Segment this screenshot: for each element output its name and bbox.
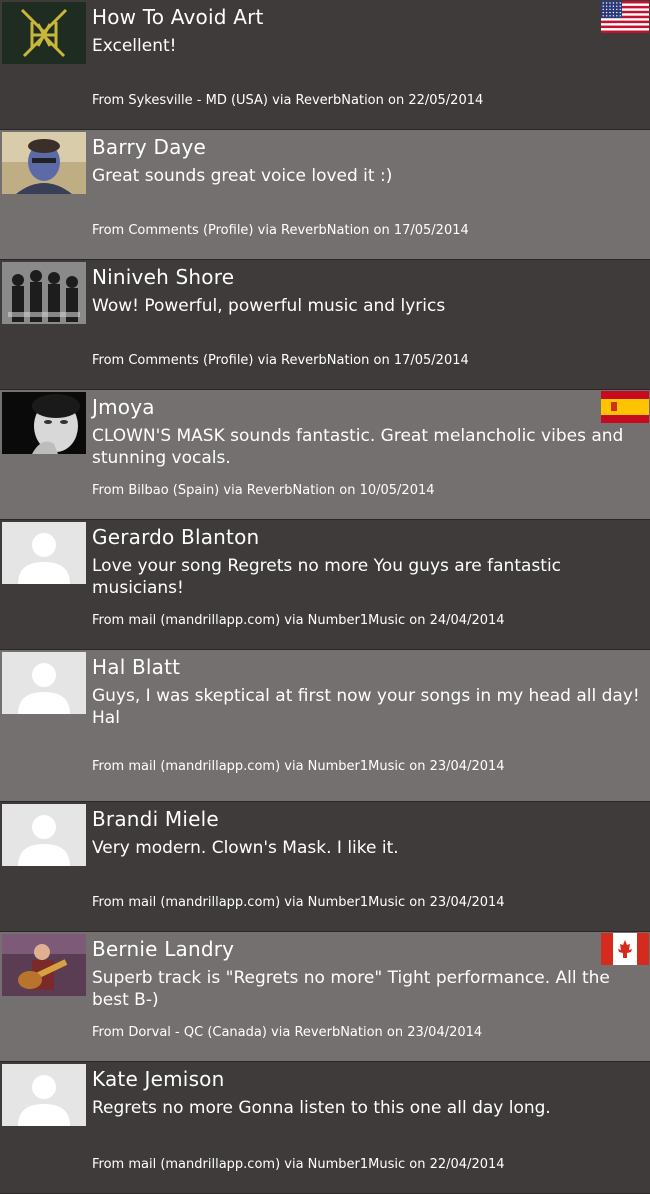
default-avatar-icon[interactable]: [2, 522, 86, 584]
comment-text: Love your song Regrets no more You guys …: [92, 556, 562, 598]
comment-content: Jmoya CLOWN'S MASK sounds fantastic. Grea…: [92, 394, 642, 469]
comment-item: Jmoya CLOWN'S MASK sounds fantastic. Grea…: [0, 390, 650, 520]
comment-item: Gerardo Blanton Love your song Regrets no…: [0, 520, 650, 650]
profile-photo-avatar[interactable]: [2, 132, 86, 194]
commenter-name[interactable]: How To Avoid Art: [92, 4, 642, 30]
default-avatar-icon[interactable]: [2, 1064, 86, 1126]
commenter-name[interactable]: Niniveh Shore: [92, 264, 642, 290]
guitarist-photo-avatar[interactable]: [2, 934, 86, 996]
comment-text: Great sounds great voice loved it :): [92, 166, 393, 186]
comment-content: How To Avoid Art Excellent!: [92, 4, 642, 57]
comment-content: Hal Blatt Guys, I was skeptical at first …: [92, 654, 642, 729]
comment-text: Superb track is "Regrets no more" Tight …: [92, 968, 610, 1010]
comment-source-meta: From Bilbao (Spain) via ReverbNation on …: [92, 483, 435, 498]
comment-item: Hal Blatt Guys, I was skeptical at first …: [0, 650, 650, 802]
comment-item: How To Avoid Art Excellent! From Sykesvill…: [0, 0, 650, 130]
commenter-name[interactable]: Gerardo Blanton: [92, 524, 642, 550]
default-avatar-icon[interactable]: [2, 652, 86, 714]
comment-text: Regrets no more Gonna listen to this one…: [92, 1098, 551, 1118]
comment-source-meta: From Sykesville - MD (USA) via ReverbNat…: [92, 93, 484, 108]
comment-content: Niniveh Shore Wow! Powerful, powerful mus…: [92, 264, 642, 317]
commenter-name[interactable]: Bernie Landry: [92, 936, 642, 962]
comment-item: Kate Jemison Regrets no more Gonna listen…: [0, 1062, 650, 1194]
default-avatar-icon[interactable]: [2, 804, 86, 866]
comment-content: Gerardo Blanton Love your song Regrets no…: [92, 524, 642, 599]
commenter-name[interactable]: Hal Blatt: [92, 654, 642, 680]
comment-content: Bernie Landry Superb track is "Regrets no…: [92, 936, 642, 1011]
comment-item: Bernie Landry Superb track is "Regrets no…: [0, 932, 650, 1062]
comment-source-meta: From Dorval - QC (Canada) via ReverbNati…: [92, 1025, 483, 1040]
portrait-photo-avatar[interactable]: [2, 392, 86, 454]
flag-ca-icon: [601, 933, 649, 965]
commenter-name[interactable]: Barry Daye: [92, 134, 642, 160]
band-logo-avatar[interactable]: [2, 2, 86, 64]
flag-es-icon: [601, 391, 649, 423]
comment-source-meta: From Comments (Profile) via ReverbNation…: [92, 223, 469, 238]
comment-content: Brandi Miele Very modern. Clown's Mask. I…: [92, 806, 642, 859]
comment-content: Barry Daye Great sounds great voice loved…: [92, 134, 642, 187]
commenter-name[interactable]: Jmoya: [92, 394, 642, 420]
comment-source-meta: From mail (mandrillapp.com) via Number1M…: [92, 759, 505, 774]
comment-source-meta: From mail (mandrillapp.com) via Number1M…: [92, 1157, 505, 1172]
comment-source-meta: From mail (mandrillapp.com) via Number1M…: [92, 613, 505, 628]
comment-item: Niniveh Shore Wow! Powerful, powerful mus…: [0, 260, 650, 390]
band-photo-avatar[interactable]: [2, 262, 86, 324]
comment-content: Kate Jemison Regrets no more Gonna listen…: [92, 1066, 642, 1119]
comment-item: Brandi Miele Very modern. Clown's Mask. I…: [0, 802, 650, 932]
comment-source-meta: From mail (mandrillapp.com) via Number1M…: [92, 895, 505, 910]
comment-text: CLOWN'S MASK sounds fantastic. Great mel…: [92, 426, 624, 468]
comment-text: Wow! Powerful, powerful music and lyrics: [92, 296, 446, 316]
comment-text: Guys, I was skeptical at first now your …: [92, 686, 640, 728]
comment-item: Barry Daye Great sounds great voice loved…: [0, 130, 650, 260]
comment-source-meta: From Comments (Profile) via ReverbNation…: [92, 353, 469, 368]
commenter-name[interactable]: Kate Jemison: [92, 1066, 642, 1092]
comment-text: Excellent!: [92, 36, 177, 56]
commenter-name[interactable]: Brandi Miele: [92, 806, 642, 832]
comment-text: Very modern. Clown's Mask. I like it.: [92, 838, 399, 858]
flag-us-icon: [601, 1, 649, 33]
